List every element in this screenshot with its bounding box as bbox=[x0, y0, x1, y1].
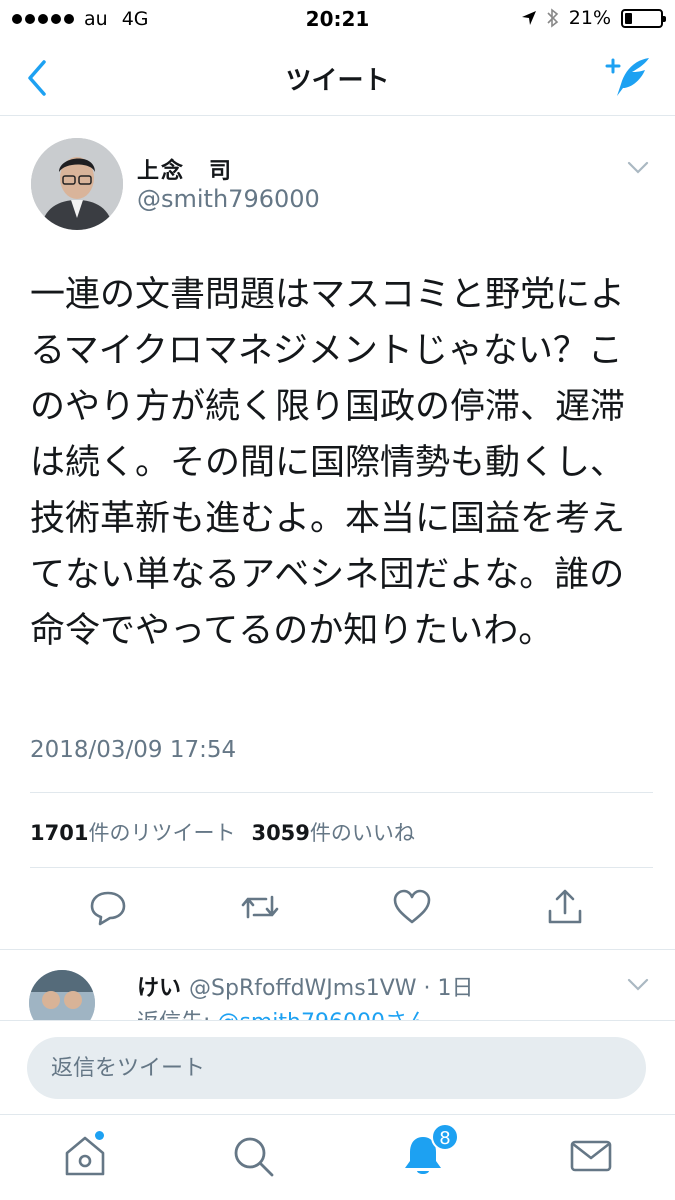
search-icon[interactable] bbox=[230, 1133, 276, 1179]
caret-down-icon[interactable] bbox=[627, 161, 649, 175]
caret-down-icon[interactable] bbox=[627, 978, 649, 992]
tweet-actions bbox=[0, 887, 675, 937]
reply-header: けい @SpRfoffdWJms1VW · 1日 bbox=[137, 970, 473, 1002]
reply-to-line: 返信先: @smith796000さん bbox=[137, 1004, 429, 1020]
avatar-image bbox=[31, 138, 123, 230]
battery-icon bbox=[621, 8, 666, 28]
bluetooth-icon bbox=[547, 8, 558, 28]
retweet-count: 1701 bbox=[30, 821, 89, 845]
avatar-image bbox=[29, 970, 95, 1020]
avatar[interactable] bbox=[31, 138, 123, 230]
retweet-count-link[interactable]: 1701件のリツイート bbox=[30, 817, 235, 847]
avatar[interactable] bbox=[29, 970, 95, 1020]
like-count-link[interactable]: 3059件のいいね bbox=[251, 817, 414, 847]
reply-meta: @SpRfoffdWJms1VW · 1日 bbox=[189, 976, 474, 1001]
divider bbox=[30, 867, 653, 868]
like-count-label: 件のいいね bbox=[309, 821, 415, 845]
share-icon[interactable] bbox=[545, 887, 585, 927]
home-unread-dot bbox=[95, 1131, 104, 1140]
nav-bar: ツイート bbox=[0, 40, 675, 116]
divider bbox=[30, 792, 653, 793]
reply-input[interactable] bbox=[27, 1037, 646, 1099]
like-icon[interactable] bbox=[392, 887, 432, 927]
reply-item[interactable]: けい @SpRfoffdWJms1VW · 1日 返信先: @smith79600… bbox=[0, 950, 675, 1020]
location-arrow-icon bbox=[521, 11, 536, 25]
reply-icon[interactable] bbox=[88, 887, 128, 927]
reply-to-mention[interactable]: @smith796000さん bbox=[217, 1010, 429, 1020]
page-title: ツイート bbox=[285, 66, 390, 96]
notification-badge: 8 bbox=[431, 1123, 459, 1151]
battery-fill bbox=[625, 12, 633, 24]
messages-mail-icon[interactable] bbox=[568, 1133, 614, 1179]
reply-to-prefix: 返信先: bbox=[137, 1010, 217, 1020]
retweet-icon[interactable] bbox=[240, 887, 280, 927]
tab-bar: 8 bbox=[0, 1114, 675, 1200]
tweet-text: 一連の文書問題はマスコミと野党によるマイクロマネジメントじゃない？このやり方が続… bbox=[30, 275, 626, 651]
reply-composer bbox=[0, 1020, 675, 1114]
status-right: 21% bbox=[521, 7, 666, 29]
battery-percent: 21% bbox=[568, 7, 611, 29]
tweet-stats: 1701件のリツイート 3059件のいいね bbox=[30, 817, 415, 847]
tweet-timestamp: 2018/03/09 17:54 bbox=[30, 737, 237, 763]
reply-author-name[interactable]: けい bbox=[137, 976, 181, 1001]
home-icon[interactable] bbox=[62, 1133, 108, 1179]
status-bar: au 4G 20:21 21% bbox=[0, 0, 675, 40]
compose-tweet-icon[interactable] bbox=[605, 54, 653, 100]
like-count: 3059 bbox=[251, 821, 310, 845]
tweet-author-handle[interactable]: @smith796000 bbox=[137, 185, 320, 213]
tweet-author-name[interactable]: 上念 司 bbox=[137, 153, 233, 185]
retweet-count-label: 件のリツイート bbox=[88, 821, 236, 845]
